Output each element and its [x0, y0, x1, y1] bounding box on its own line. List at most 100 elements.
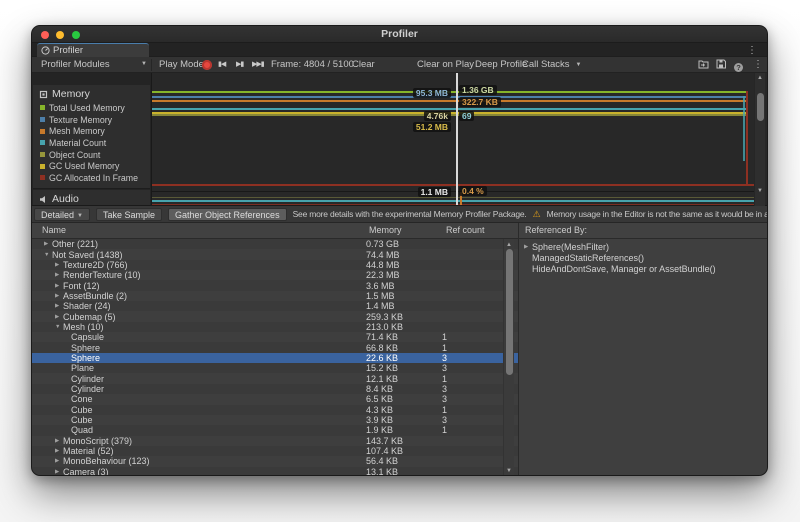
row-memory-cell: 3.6 MB — [366, 281, 438, 291]
row-ref-count-cell: 1 — [442, 343, 472, 353]
referenced-by-label: Sphere(MeshFilter) — [532, 242, 609, 252]
row-name-cell: ▼Mesh (10) — [32, 322, 518, 332]
row-ref-count-cell: 3 — [442, 384, 472, 394]
collapse-arrow-icon[interactable]: ▼ — [44, 250, 52, 260]
expand-arrow-icon[interactable]: ▶ — [44, 239, 52, 249]
expand-arrow-icon[interactable]: ▶ — [55, 281, 63, 291]
desktop-background: Profiler Profiler ⋮ Profiler Modules ▼ P… — [0, 0, 800, 522]
charts-scrollbar[interactable]: ▲ ▼ — [754, 73, 765, 206]
current-frame-button[interactable]: ▶▶▮ — [252, 57, 264, 73]
referenced-by-item[interactable]: ManagedStaticReferences() — [519, 253, 768, 264]
audio-module-card[interactable]: Audio Playing Audio Sources — [33, 190, 150, 206]
expand-arrow-icon[interactable]: ▶ — [55, 456, 63, 466]
row-name-cell: ▶MonoScript (379) — [32, 436, 518, 446]
table-row[interactable]: Sphere66.8 KB1 — [32, 342, 518, 352]
expand-arrow-icon[interactable]: ▶ — [524, 242, 532, 252]
table-row[interactable]: ▶AssetBundle (2)1.5 MB — [32, 291, 518, 301]
table-row[interactable]: Sphere22.6 KB3 — [32, 353, 518, 363]
table-row[interactable]: ▼Mesh (10)213.0 KB — [32, 322, 518, 332]
row-label: Capsule — [71, 332, 104, 342]
gather-object-references-button[interactable]: Gather Object References — [168, 208, 287, 221]
collapse-arrow-icon[interactable]: ▼ — [55, 322, 63, 332]
legend-label: Texture Memory — [49, 115, 112, 125]
row-memory-cell: 8.4 KB — [366, 384, 438, 394]
legend-item[interactable]: GC Allocated In Frame — [33, 172, 150, 184]
table-row[interactable]: Cube4.3 KB1 — [32, 405, 518, 415]
series-drop-line — [743, 96, 745, 161]
legend-item[interactable]: GC Used Memory — [33, 160, 150, 172]
table-row[interactable]: ▶MonoScript (379)143.7 KB — [32, 436, 518, 446]
row-name-cell: ▶Material (52) — [32, 446, 518, 456]
selected-frame-line[interactable] — [456, 73, 458, 206]
scroll-up-icon[interactable]: ▲ — [504, 241, 514, 249]
next-frame-button[interactable]: ▶▮ — [236, 57, 243, 73]
profiler-modules-dropdown[interactable]: Profiler Modules — [41, 57, 110, 73]
tree-scrollbar[interactable]: ▲ ▼ — [503, 239, 514, 476]
row-memory-cell: 22.3 MB — [366, 270, 438, 280]
table-row[interactable]: Cylinder12.1 KB1 — [32, 373, 518, 383]
legend-swatch-icon — [40, 152, 45, 157]
memory-tree: ▶Other (221)0.73 GB▼Not Saved (1438)74.4… — [32, 239, 518, 476]
legend-item[interactable]: Total Used Memory — [33, 102, 150, 114]
row-memory-cell: 1.5 MB — [366, 291, 438, 301]
table-row[interactable]: ▶Cubemap (5)259.3 KB — [32, 311, 518, 321]
scroll-down-icon[interactable]: ▼ — [755, 187, 765, 195]
table-row[interactable]: Cube3.9 KB3 — [32, 415, 518, 425]
row-memory-cell: 4.3 KB — [366, 405, 438, 415]
row-memory-cell: 213.0 KB — [366, 322, 438, 332]
detailed-dropdown[interactable]: Detailed▼ — [34, 208, 90, 221]
tab-profiler[interactable]: Profiler — [37, 43, 149, 57]
expand-arrow-icon[interactable]: ▶ — [55, 467, 63, 476]
table-row[interactable]: ▶MonoBehaviour (123)56.4 KB — [32, 456, 518, 466]
previous-frame-button[interactable]: ▮◀ — [218, 57, 225, 73]
tab-kebab-menu-icon[interactable]: ⋮ — [747, 44, 757, 57]
clear-button[interactable]: Clear — [352, 57, 375, 73]
legend-item[interactable]: Object Count — [33, 149, 150, 161]
referenced-by-item[interactable]: HideAndDontSave, Manager or AssetBundle(… — [519, 264, 768, 275]
row-memory-cell: 1.4 MB — [366, 301, 438, 311]
scroll-up-icon[interactable]: ▲ — [755, 74, 765, 82]
speaker-icon — [39, 195, 48, 204]
expand-arrow-icon[interactable]: ▶ — [55, 291, 63, 301]
warning-icon: ⚠ — [533, 209, 541, 220]
table-row[interactable]: ▶Material (52)107.4 KB — [32, 446, 518, 456]
clear-on-play-button[interactable]: Clear on Play — [417, 57, 474, 73]
table-row[interactable]: ▶Other (221)0.73 GB — [32, 239, 518, 249]
charts-scrollbar-thumb[interactable] — [757, 93, 764, 121]
expand-arrow-icon[interactable]: ▶ — [55, 312, 63, 322]
expand-arrow-icon[interactable]: ▶ — [55, 270, 63, 280]
expand-arrow-icon[interactable]: ▶ — [55, 436, 63, 446]
table-row[interactable]: ▶Camera (3)13.1 KB — [32, 467, 518, 476]
column-header-memory[interactable]: Memory — [369, 223, 402, 238]
expand-arrow-icon[interactable]: ▶ — [55, 301, 63, 311]
legend-item[interactable]: Mesh Memory — [33, 125, 150, 137]
deep-profile-button[interactable]: Deep Profile — [475, 57, 527, 73]
referenced-by-item[interactable]: ▶Sphere(MeshFilter) — [519, 242, 768, 253]
legend-item[interactable]: Material Count — [33, 137, 150, 149]
table-row[interactable]: Plane15.2 KB3 — [32, 363, 518, 373]
table-row[interactable]: Capsule71.4 KB1 — [32, 332, 518, 342]
table-row[interactable]: ▶Font (12)3.6 MB — [32, 280, 518, 290]
table-row[interactable]: ▼Not Saved (1438)74.4 MB — [32, 249, 518, 259]
table-row[interactable]: Quad1.9 KB1 — [32, 425, 518, 435]
table-row[interactable]: ▶RenderTexture (10)22.3 MB — [32, 270, 518, 280]
toolbar-kebab-menu-icon[interactable]: ⋮ — [753, 57, 763, 73]
expand-arrow-icon[interactable]: ▶ — [55, 260, 63, 270]
take-sample-button[interactable]: Take Sample — [96, 208, 162, 221]
profiler-chart-plot[interactable] — [151, 73, 756, 206]
scroll-down-icon[interactable]: ▼ — [504, 467, 514, 475]
tree-scrollbar-thumb[interactable] — [506, 249, 513, 375]
legend-item[interactable]: Texture Memory — [33, 114, 150, 126]
table-row[interactable]: ▶Shader (24)1.4 MB — [32, 301, 518, 311]
expand-arrow-icon[interactable]: ▶ — [55, 446, 63, 456]
column-header-name[interactable]: Name — [42, 223, 66, 238]
record-button[interactable] — [202, 60, 212, 70]
table-row[interactable]: ▶Texture2D (766)44.8 MB — [32, 260, 518, 270]
column-header-ref-count[interactable]: Ref count — [446, 223, 485, 238]
table-row[interactable]: Cone6.5 KB3 — [32, 394, 518, 404]
table-row[interactable]: Cylinder8.4 KB3 — [32, 384, 518, 394]
titlebar[interactable]: Profiler — [32, 26, 767, 43]
row-label: Cylinder — [71, 374, 104, 384]
call-stacks-dropdown[interactable]: Call Stacks▼ — [522, 57, 581, 73]
memory-module-card[interactable]: Memory Total Used MemoryTexture MemoryMe… — [33, 85, 150, 189]
